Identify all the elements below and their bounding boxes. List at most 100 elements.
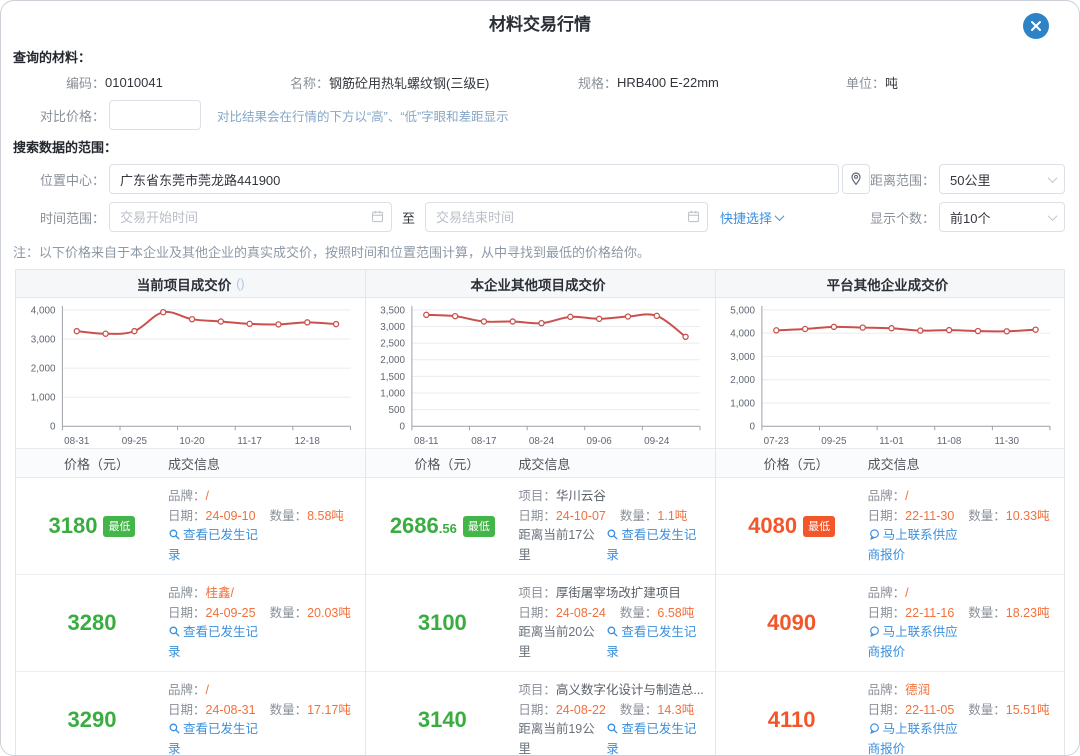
svg-text:08-17: 08-17 <box>472 436 497 447</box>
queried-material-section-title: 查询的材料： <box>13 47 1067 69</box>
market-comparison-grid: 当前项目成交价 () 01,0002,0003,0004,00008-3109-… <box>15 269 1065 756</box>
brand-or-project-line: 项目：厚街屠宰场改扩建项目 <box>518 584 708 604</box>
contact-supplier-link[interactable]: 马上联系供应商报价 <box>868 720 968 756</box>
price-value: 3180 <box>49 513 98 539</box>
svg-text:0: 0 <box>400 422 406 433</box>
view-records-link[interactable]: 查看已发生记录 <box>606 720 706 756</box>
contact-supplier-link[interactable]: 马上联系供应商报价 <box>868 623 968 662</box>
start-date-input[interactable] <box>109 202 392 232</box>
svg-text:10-20: 10-20 <box>179 436 205 447</box>
deal-info: 品牌：德润日期：22-11-05数量：15.51吨马上联系供应商报价 <box>868 681 1064 756</box>
svg-text:07-23: 07-23 <box>763 436 789 447</box>
svg-text:2,500: 2,500 <box>381 339 406 350</box>
chart-area: 01,0002,0003,0004,0005,00007-2309-2511-0… <box>716 298 1064 448</box>
lowest-badge: 最低 <box>103 516 135 537</box>
location-input[interactable] <box>109 164 839 194</box>
column-title-bar: 平台其他企业成交价 <box>716 270 1064 298</box>
end-date-picker[interactable] <box>425 202 708 232</box>
end-date-input[interactable] <box>425 202 708 232</box>
search-icon <box>168 625 181 638</box>
price-column-header: 价格（元） <box>16 454 168 473</box>
quick-select-link[interactable]: 快捷选择 <box>720 208 783 227</box>
location-row: 位置中心： 距离范围： 50公里 <box>1 161 1079 197</box>
deal-info: 品牌：/日期：22-11-30数量：10.33吨马上联系供应商报价 <box>868 487 1064 565</box>
column-title-suffix: () <box>236 277 244 291</box>
action-line: 马上联系供应商报价 <box>868 720 1058 756</box>
table-row: 3140项目：高义数字化设计与制造总...日期：24-08-22数量：14.3吨… <box>366 672 714 756</box>
date-qty-line: 日期：22-11-16数量：18.23吨 <box>868 604 1058 624</box>
svg-text:09-06: 09-06 <box>587 436 613 447</box>
action-line: 马上联系供应商报价 <box>868 623 1058 662</box>
chevron-down-icon <box>775 211 785 221</box>
page-title: 材料交易行情 <box>1 1 1079 49</box>
material-unit-field: 单位： 吨 <box>846 73 898 92</box>
table-row: 3290品牌：/日期：24-08-31数量：17.17吨查看已发生记录 <box>16 672 365 756</box>
view-records-link[interactable]: 查看已发生记录 <box>168 720 268 756</box>
lowest-badge: 最低 <box>803 516 835 537</box>
view-records-link[interactable]: 查看已发生记录 <box>606 623 706 662</box>
location-label: 位置中心： <box>27 170 105 189</box>
svg-text:11-17: 11-17 <box>237 436 262 447</box>
close-icon <box>1030 20 1042 32</box>
column-title: 当前项目成交价 <box>137 274 232 294</box>
price-value: 3290 <box>68 707 117 733</box>
price-cell: 3280 <box>16 584 168 662</box>
distance-text: 距离当前17公里 <box>518 526 606 565</box>
svg-text:09-24: 09-24 <box>644 436 670 447</box>
deal-rows: 2686.56最低项目：华川云谷日期：24-10-07数量：1.1吨距离当前17… <box>366 478 714 756</box>
distance-range-select[interactable]: 50公里 <box>939 164 1065 194</box>
price-column-header: 价格（元） <box>366 454 518 473</box>
price-cell: 3290 <box>16 681 168 756</box>
table-row: 3100 项目：厚街屠宰场改扩建项目日期：24-08-24数量：6.58吨距离当前… <box>366 575 714 672</box>
table-row: 4110 品牌：德润日期：22-11-05数量：15.51吨马上联系供应商报价 <box>716 672 1064 756</box>
price-trend-chart: 05001,0001,5002,0002,5003,0003,50008-110… <box>366 300 712 448</box>
display-count-label: 显示个数： <box>870 208 935 227</box>
date-qty-line: 日期：24-10-07数量：1.1吨 <box>518 507 708 527</box>
action-line: 距离当前20公里查看已发生记录 <box>518 623 708 662</box>
deal-rows: 3180最低品牌：/日期：24-09-10数量：8.58吨查看已发生记录3280… <box>16 478 365 756</box>
display-count-select[interactable]: 前10个 <box>939 202 1065 232</box>
view-records-link[interactable]: 查看已发生记录 <box>168 526 268 565</box>
deal-info: 项目：高义数字化设计与制造总...日期：24-08-22数量：14.3吨距离当前… <box>518 681 714 756</box>
contact-supplier-link[interactable]: 马上联系供应商报价 <box>868 526 968 565</box>
price-cell: 4080最低 <box>716 487 868 565</box>
unit-label: 单位： <box>846 73 885 92</box>
svg-text:11-01: 11-01 <box>879 436 904 447</box>
date-qty-line: 日期：24-08-22数量：14.3吨 <box>518 701 708 721</box>
lowest-badge: 最低 <box>463 516 495 537</box>
deal-rows: 4080最低品牌：/日期：22-11-30数量：10.33吨马上联系供应商报价 4… <box>716 478 1064 756</box>
svg-text:500: 500 <box>389 405 406 416</box>
column-title: 平台其他企业成交价 <box>827 274 949 294</box>
svg-text:09-25: 09-25 <box>122 436 148 447</box>
close-button[interactable] <box>1023 13 1049 39</box>
view-records-link[interactable]: 查看已发生记录 <box>168 623 268 662</box>
compare-price-label: 对比价格： <box>27 106 105 125</box>
start-date-picker[interactable] <box>109 202 392 232</box>
svg-text:08-24: 08-24 <box>529 436 555 447</box>
info-column-header: 成交信息 <box>168 454 365 473</box>
date-qty-line: 日期：24-08-31数量：17.17吨 <box>168 701 359 721</box>
view-records-link[interactable]: 查看已发生记录 <box>606 526 706 565</box>
action-line: 查看已发生记录 <box>168 720 359 756</box>
svg-text:11-08: 11-08 <box>937 436 962 447</box>
svg-text:3,500: 3,500 <box>381 305 406 316</box>
pick-location-button[interactable] <box>842 164 870 194</box>
distance-text: 距离当前20公里 <box>518 623 606 662</box>
name-value: 钢筋砼用热轧螺纹钢(三级E) <box>329 73 489 92</box>
own-company-column: 本企业其他项目成交价 05001,0001,5002,0002,5003,000… <box>365 270 714 756</box>
dialog-header: 材料交易行情 <box>1 1 1079 45</box>
svg-text:4,000: 4,000 <box>31 305 56 316</box>
svg-text:3,000: 3,000 <box>730 352 755 363</box>
search-range-section-title: 搜索数据的范围： <box>13 137 1067 159</box>
deal-info: 品牌：/日期：22-11-16数量：18.23吨马上联系供应商报价 <box>868 584 1064 662</box>
date-qty-line: 日期：24-08-24数量：6.58吨 <box>518 604 708 624</box>
compare-price-input[interactable] <box>109 100 201 130</box>
svg-text:2,000: 2,000 <box>730 375 755 386</box>
time-range-label: 时间范围： <box>27 208 105 227</box>
svg-text:1,000: 1,000 <box>730 398 755 409</box>
date-qty-line: 日期：24-09-25数量：20.03吨 <box>168 604 359 624</box>
chart-area: 01,0002,0003,0004,00008-3109-2510-2011-1… <box>16 298 365 448</box>
price-value: 4110 <box>768 707 816 733</box>
price-value: 3100 <box>418 610 467 636</box>
table-row: 4090品牌：/日期：22-11-16数量：18.23吨马上联系供应商报价 <box>716 575 1064 672</box>
